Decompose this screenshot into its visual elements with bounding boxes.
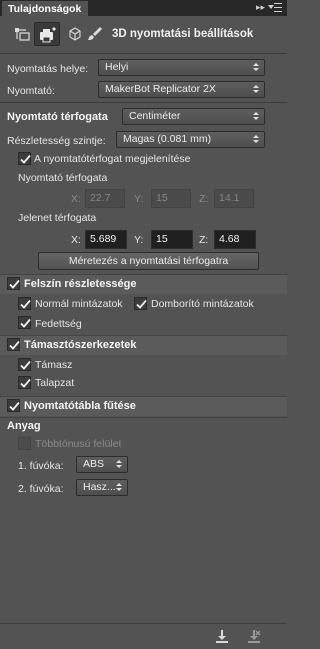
scene-volume-x-input[interactable]: 5.689 — [85, 230, 127, 249]
nozzle2-label: 2. fúvóka: — [18, 483, 64, 495]
checkmark-icon — [20, 299, 31, 309]
chevron-updown-icon — [253, 111, 260, 122]
nozzle1-value: ABS — [83, 458, 105, 470]
surface-detail-title: Felszín részletessége — [24, 278, 137, 290]
panel-heading: 3D nyomtatási beállítások — [112, 28, 254, 40]
checkmark-icon — [20, 154, 31, 164]
heated-bed-checkbox[interactable] — [7, 399, 20, 412]
scene-volume-y-label: Y: — [134, 234, 144, 246]
scene-volume-x-label: X: — [71, 234, 81, 246]
print-icon[interactable] — [214, 629, 230, 645]
checkmark-icon — [20, 378, 31, 388]
normal-maps-label: Normál mintázatok — [35, 298, 123, 310]
chevron-updown-icon — [116, 482, 123, 493]
mesh-icon[interactable] — [14, 25, 32, 43]
opacity-checkbox[interactable] — [18, 316, 31, 329]
scale-to-volume-button[interactable]: Méretezés a nyomtatási térfogatra — [38, 252, 259, 270]
chevron-updown-icon — [116, 459, 123, 470]
checkmark-icon — [9, 401, 20, 411]
supports-title: Támasztószerkezetek — [24, 339, 137, 351]
panel-titlebar: Tulajdonságok ▸▸ — [0, 0, 287, 16]
scene-volume-label: Jelenet térfogata — [18, 212, 97, 224]
multitone-checkbox[interactable] — [18, 437, 31, 450]
printer-volume-z-label: Z: — [199, 193, 209, 205]
properties-toolbar: 3D nyomtatási beállítások — [0, 18, 287, 50]
detail-level-label: Részletesség szintje: — [7, 135, 106, 147]
show-volume-checkbox[interactable] — [18, 152, 31, 165]
scaffold-label: Támasz — [35, 359, 73, 371]
show-volume-label: A nyomtatótérfogat megjelenítése — [34, 153, 191, 165]
printer-volume-x-label: X: — [71, 193, 81, 205]
nozzle2-select[interactable]: Hasz... — [76, 479, 128, 496]
nozzle1-select[interactable]: ABS — [76, 456, 128, 473]
panel-tab-label: Tulajdonságok — [8, 3, 82, 15]
raft-label: Talapzat — [35, 377, 75, 389]
printer-settings-icon[interactable] — [34, 22, 60, 46]
cube-icon[interactable] — [66, 25, 84, 43]
printer-volume-y: 15 — [151, 189, 191, 208]
multitone-label: Többtónusú felület — [35, 438, 122, 450]
panel-menu-icon[interactable] — [268, 2, 282, 13]
print-location-value: Helyi — [105, 61, 129, 73]
checkmark-icon — [9, 340, 20, 350]
normal-maps-checkbox[interactable] — [18, 297, 31, 310]
supports-checkbox[interactable] — [7, 338, 20, 351]
bump-maps-checkbox[interactable] — [134, 297, 147, 310]
unit-select[interactable]: Centiméter — [122, 108, 265, 125]
unit-value: Centiméter — [129, 110, 181, 122]
printer-volume-label: Nyomtató térfogata — [18, 172, 108, 184]
heated-bed-title: Nyomtatótábla fűtése — [24, 400, 136, 412]
printer-volume-y-label: Y: — [134, 193, 144, 205]
scene-volume-y-input[interactable]: 15 — [151, 230, 193, 249]
printer-select[interactable]: MakerBot Replicator 2X — [98, 81, 265, 98]
print-location-select[interactable]: Helyi — [98, 59, 265, 76]
divider — [0, 417, 287, 418]
printer-volume-x: 22.7 — [85, 189, 125, 208]
printer-label: Nyomtató: — [7, 85, 55, 97]
print-location-label: Nyomtatás helye: — [7, 63, 89, 75]
divider — [0, 53, 287, 54]
panel-tab[interactable]: Tulajdonságok — [2, 1, 89, 16]
checkmark-icon — [9, 279, 20, 289]
collapse-panel-icon[interactable]: ▸▸ — [256, 2, 265, 13]
chevron-updown-icon — [253, 84, 260, 95]
surface-detail-checkbox[interactable] — [7, 277, 20, 290]
checkmark-icon — [20, 318, 31, 328]
printer-value: MakerBot Replicator 2X — [105, 83, 216, 95]
printer-volume-title: Nyomtató térfogata — [7, 111, 108, 123]
nozzle2-value: Hasz... — [83, 481, 116, 493]
scaffold-checkbox[interactable] — [18, 358, 31, 371]
material-title: Anyag — [7, 420, 41, 432]
chevron-updown-icon — [253, 62, 260, 73]
checkmark-icon — [20, 360, 31, 370]
cancel-print-icon[interactable] — [246, 629, 262, 645]
bump-maps-label: Domborító mintázatok — [151, 298, 254, 310]
raft-checkbox[interactable] — [18, 376, 31, 389]
detail-level-select[interactable]: Magas (0.081 mm) — [116, 131, 265, 148]
scene-volume-z-label: Z: — [199, 234, 209, 246]
divider — [0, 102, 287, 103]
chevron-updown-icon — [253, 134, 260, 145]
printer-volume-z: 14.1 — [214, 189, 254, 208]
opacity-label: Fedettség — [35, 318, 82, 330]
detail-level-value: Magas (0.081 mm) — [123, 133, 212, 145]
brush-icon[interactable] — [86, 25, 104, 43]
scene-volume-z-input[interactable]: 4.68 — [214, 230, 256, 249]
checkmark-icon — [136, 299, 147, 309]
panel-footer — [0, 623, 287, 649]
nozzle1-label: 1. fúvóka: — [18, 460, 64, 472]
